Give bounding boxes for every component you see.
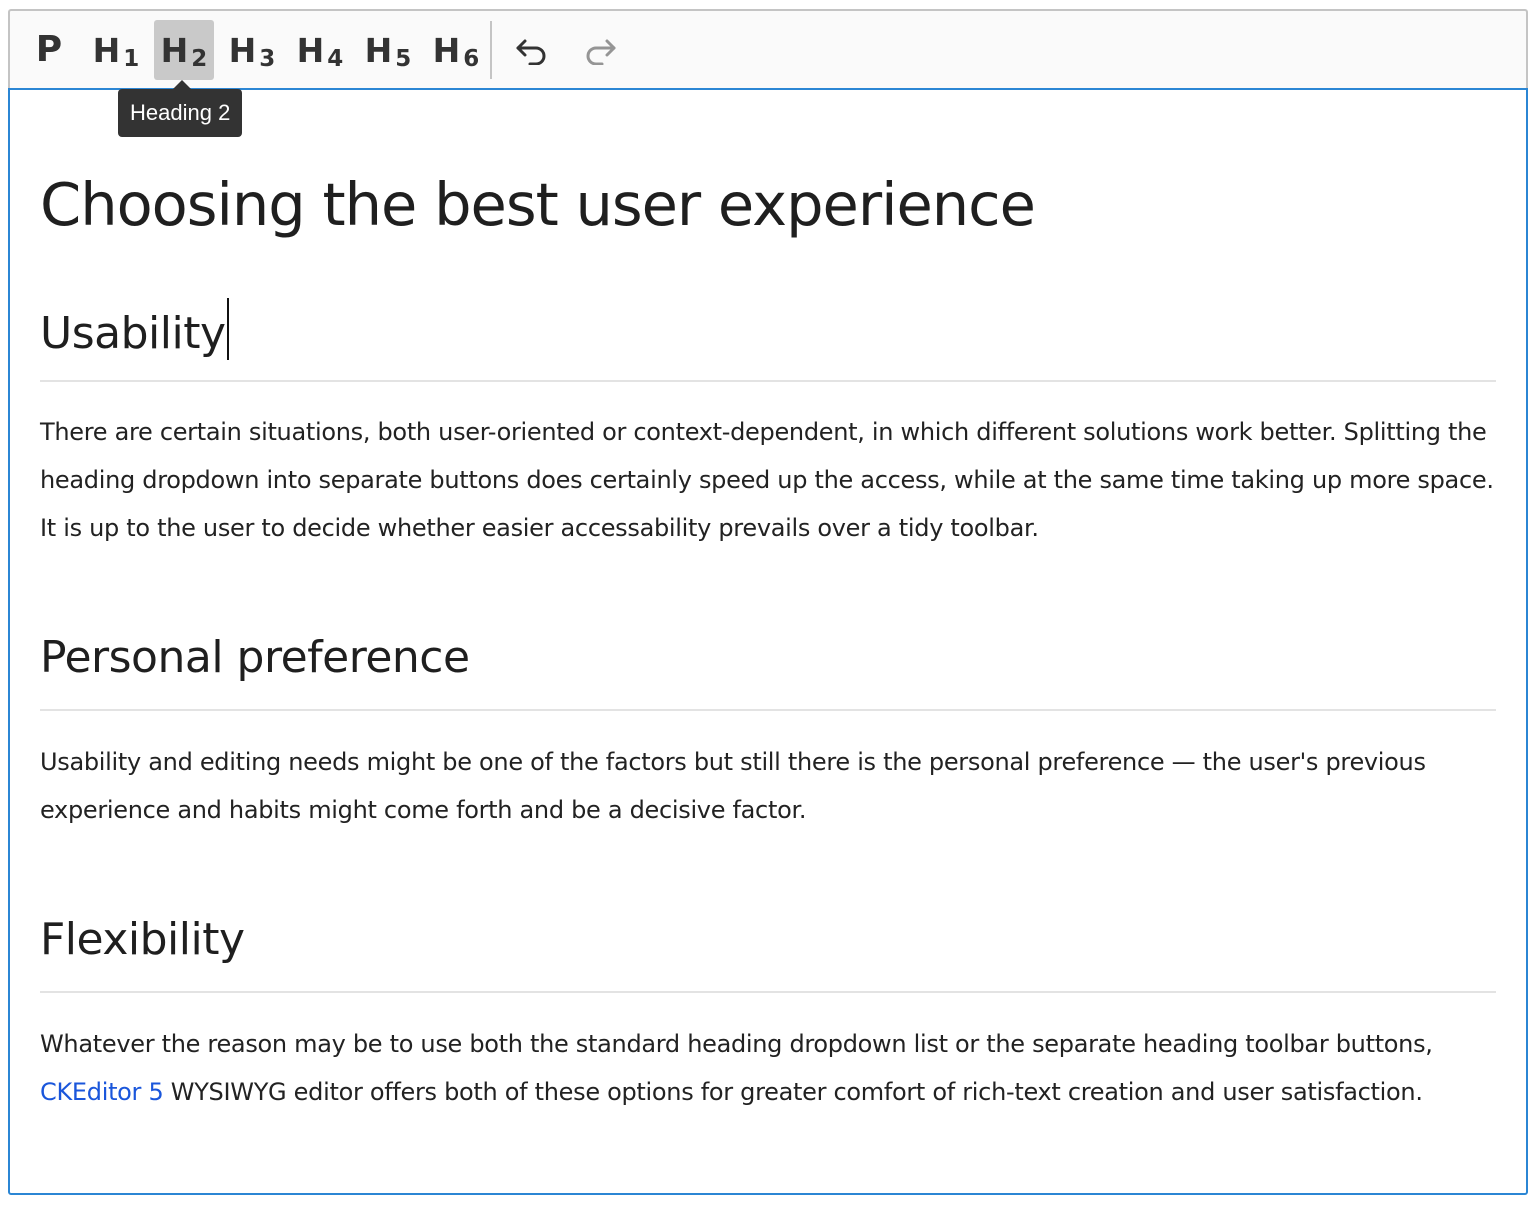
heading-2-number: 2 [191, 45, 208, 72]
heading-6-number: 6 [463, 45, 480, 72]
tooltip-arrow [173, 80, 191, 89]
paragraph-button[interactable]: P [26, 20, 72, 80]
paragraph-personal-preference[interactable]: Usability and editing needs might be one… [40, 738, 1500, 834]
heading-1-button[interactable]: H1 [86, 20, 146, 80]
heading-2-button[interactable]: H2 [154, 20, 214, 80]
heading-divider [40, 709, 1496, 711]
paragraph-flexibility[interactable]: Whatever the reason may be to use both t… [40, 1020, 1500, 1116]
paragraph-usability[interactable]: There are certain situations, both user-… [40, 408, 1500, 552]
section-heading-usability[interactable]: Usability [40, 298, 229, 364]
document-title[interactable]: Choosing the best user experience [40, 160, 1036, 250]
rich-text-editor: P H1 H2 H3 H4 H5 H6 Heading 2 Choosing t… [8, 9, 1528, 1195]
paragraph-button-label: P [35, 29, 63, 70]
paragraph-text: WYSIWYG editor offers both of these opti… [163, 1078, 1423, 1106]
heading-3-button[interactable]: H3 [222, 20, 282, 80]
heading-4-letter: H [296, 30, 325, 70]
heading-1-number: 1 [123, 45, 140, 72]
heading-3-number: 3 [259, 45, 276, 72]
heading-2-tooltip: Heading 2 [118, 80, 243, 137]
heading-6-button[interactable]: H6 [426, 20, 486, 80]
redo-icon [586, 39, 616, 65]
ckeditor-link[interactable]: CKEditor 5 [40, 1078, 164, 1106]
heading-5-number: 5 [395, 45, 412, 72]
text-cursor [226, 298, 229, 360]
heading-3-letter: H [228, 30, 257, 70]
heading-divider [40, 991, 1496, 993]
section-heading-text: Usability [40, 308, 226, 359]
editor-content-area[interactable]: Choosing the best user experience Usabil… [8, 88, 1528, 1195]
toolbar-separator [490, 21, 492, 79]
heading-4-button[interactable]: H4 [290, 20, 350, 80]
heading-1-letter: H [92, 30, 121, 70]
paragraph-text: Whatever the reason may be to use both t… [40, 1030, 1433, 1058]
heading-5-letter: H [364, 30, 393, 70]
heading-2-letter: H [160, 30, 189, 70]
section-heading-flexibility[interactable]: Flexibility [40, 910, 245, 970]
heading-4-number: 4 [327, 45, 344, 72]
tooltip-text: Heading 2 [118, 89, 243, 137]
undo-icon [516, 39, 546, 65]
section-heading-personal-preference[interactable]: Personal preference [40, 628, 470, 688]
editor-toolbar: P H1 H2 H3 H4 H5 H6 [8, 9, 1528, 88]
heading-5-button[interactable]: H5 [358, 20, 418, 80]
heading-divider [40, 380, 1496, 382]
heading-6-letter: H [432, 30, 461, 70]
undo-button[interactable] [504, 20, 560, 80]
redo-button[interactable] [572, 20, 628, 80]
